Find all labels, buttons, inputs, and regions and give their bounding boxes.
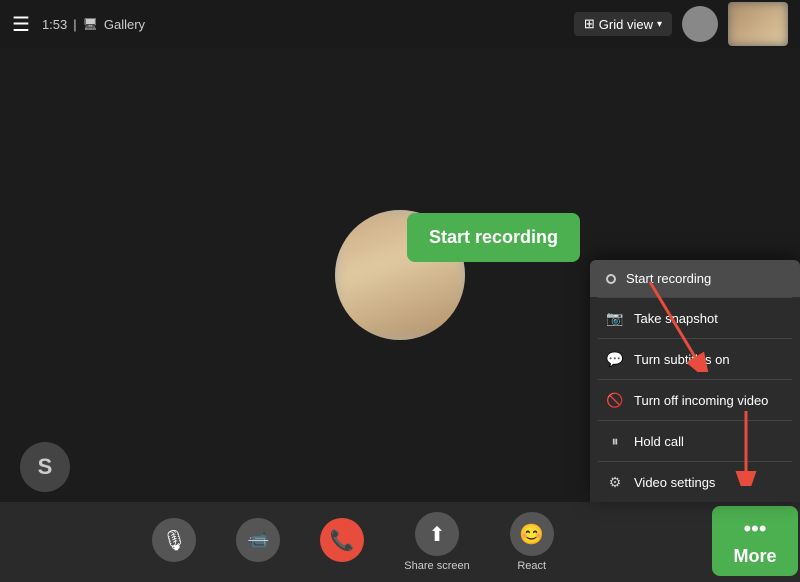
start-recording-icon bbox=[606, 274, 616, 284]
hold-call-icon: ⏸ bbox=[606, 432, 624, 450]
skype-letter: S bbox=[38, 454, 53, 480]
mic-icon: 🎙 bbox=[152, 518, 196, 562]
context-menu: Start recording 📷 Take snapshot 💬 Turn s… bbox=[590, 260, 800, 502]
screen-share-icon: 🖥 bbox=[83, 17, 98, 31]
end-call-button[interactable]: 📞 bbox=[304, 512, 380, 572]
end-call-icon: 📞 bbox=[320, 518, 364, 562]
call-info: 1:53 | 🖥 Gallery bbox=[42, 17, 145, 32]
top-bar-right: ⊞ Grid view ▾ bbox=[574, 2, 788, 46]
share-screen-button[interactable]: ⬆ Share screen bbox=[388, 506, 485, 578]
video-settings-icon: ⚙ bbox=[606, 473, 624, 491]
more-dots-icon: ••• bbox=[743, 516, 766, 542]
menu-item-incoming-video-label: Turn off incoming video bbox=[634, 393, 768, 408]
hamburger-icon[interactable]: ☰ bbox=[12, 12, 30, 37]
mic-button[interactable]: 🎙 bbox=[136, 512, 212, 572]
skype-placeholder: S bbox=[20, 442, 70, 492]
menu-item-subtitles[interactable]: 💬 Turn subtitles on bbox=[590, 339, 800, 379]
more-label-base: More bbox=[608, 560, 633, 572]
menu-item-take-snapshot[interactable]: 📷 Take snapshot bbox=[590, 298, 800, 338]
chevron-down-icon: ▾ bbox=[657, 19, 662, 30]
top-bar-left: ☰ 1:53 | 🖥 Gallery bbox=[12, 12, 145, 37]
more-button[interactable]: ••• More bbox=[712, 506, 798, 576]
more-button-label: More bbox=[733, 546, 776, 567]
video-icon: 📹 bbox=[236, 518, 280, 562]
menu-item-subtitles-label: Turn subtitles on bbox=[634, 352, 730, 367]
call-time: 1:53 bbox=[42, 17, 67, 32]
user-avatar[interactable] bbox=[682, 6, 718, 42]
react-icon: 😊 bbox=[510, 512, 554, 556]
menu-item-start-recording[interactable]: Start recording bbox=[590, 260, 800, 297]
view-mode-label: Gallery bbox=[104, 17, 145, 32]
bottom-toolbar: 🎙 📹 📞 ⬆ Share screen 😊 React ••• More bbox=[0, 502, 800, 582]
start-recording-tooltip-text: Start recording bbox=[429, 227, 558, 247]
menu-item-hold-call-label: Hold call bbox=[634, 434, 684, 449]
subtitles-icon: 💬 bbox=[606, 350, 624, 368]
video-button[interactable]: 📹 bbox=[220, 512, 296, 572]
menu-item-take-snapshot-label: Take snapshot bbox=[634, 311, 718, 326]
separator: | bbox=[73, 17, 76, 32]
menu-item-incoming-video[interactable]: 🚫 Turn off incoming video bbox=[590, 380, 800, 420]
top-bar: ☰ 1:53 | 🖥 Gallery ⊞ Grid view ▾ bbox=[0, 0, 800, 48]
grid-view-label: Grid view bbox=[599, 17, 653, 32]
share-screen-label: Share screen bbox=[404, 560, 469, 572]
incoming-video-icon: 🚫 bbox=[606, 391, 624, 409]
menu-item-video-settings[interactable]: ⚙ Video settings bbox=[590, 462, 800, 502]
share-screen-icon: ⬆ bbox=[415, 512, 459, 556]
menu-item-video-settings-label: Video settings bbox=[634, 475, 715, 490]
participant-thumbnail bbox=[728, 2, 788, 46]
menu-item-start-recording-label: Start recording bbox=[626, 271, 711, 286]
menu-item-hold-call[interactable]: ⏸ Hold call bbox=[590, 421, 800, 461]
start-recording-tooltip: Start recording bbox=[407, 213, 580, 262]
grid-view-button[interactable]: ⊞ Grid view ▾ bbox=[574, 12, 672, 36]
grid-icon: ⊞ bbox=[584, 16, 595, 32]
more-icon-base: ••• bbox=[599, 512, 643, 556]
react-button[interactable]: 😊 React bbox=[494, 506, 570, 578]
react-label: React bbox=[517, 560, 546, 572]
take-snapshot-icon: 📷 bbox=[606, 309, 624, 327]
